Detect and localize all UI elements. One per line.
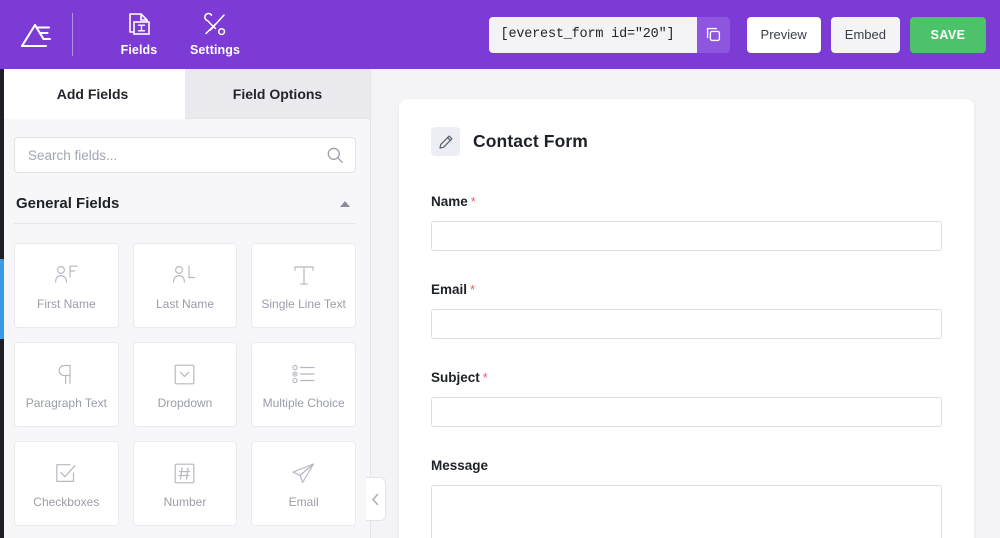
toolbar-actions: Preview Embed SAVE [488,16,1000,53]
tab-add-fields-label: Add Fields [56,85,129,102]
form-field-name: Name * [431,194,942,251]
nav-item-fields[interactable]: Fields [101,0,177,69]
field-card-dropdown[interactable]: Dropdown [132,342,238,427]
everest-forms-builder: Fields Settings [everest_form id="20"] P… [0,0,1000,538]
shortcode-input[interactable] [488,16,697,53]
general-fields-section-header[interactable]: General Fields [14,195,356,224]
required-marker: * [470,282,476,297]
paper-plane-icon [290,459,317,487]
chevron-down-box-icon [172,360,197,388]
form-field-label-text: Message [431,458,489,473]
panel-scrollbar[interactable] [0,69,4,538]
form-title: Contact Form [473,131,588,151]
form-preview-panel: Contact Form Name * Email * Subject * Me… [371,69,1000,538]
edit-form-title-button[interactable] [431,127,460,156]
required-marker: * [470,194,476,209]
copy-shortcode-button[interactable] [696,16,730,53]
form-field-label: Message [431,458,942,473]
workspace: Add Fields Field Options Search fields..… [0,69,1000,538]
form-field-message: Message [431,458,942,538]
field-card-email[interactable]: Email [251,441,356,526]
user-first-name-icon [53,261,80,289]
field-card-number[interactable]: Number [132,441,238,526]
tools-icon [202,12,228,38]
subject-input[interactable] [431,397,942,427]
field-card-label: Email [288,495,319,509]
embed-button[interactable]: Embed [830,16,900,53]
shortcode-group [488,16,730,53]
field-card-label: Last Name [155,297,214,311]
field-card-last-name[interactable]: Last Name [132,243,238,328]
form-field-label: Email * [431,282,942,297]
field-card-label: Multiple Choice [262,396,345,410]
fields-panel-body: General Fields First Name [0,119,370,538]
field-card-single-line-text[interactable]: Single Line Text [251,243,356,328]
field-card-label: Dropdown [157,396,213,410]
pencil-icon [438,134,453,149]
nav-item-settings-label: Settings [189,43,241,57]
hash-box-icon [172,459,197,487]
tab-field-options[interactable]: Field Options [185,69,370,119]
top-toolbar: Fields Settings [everest_form id="20"] P… [0,0,1000,69]
form-field-label-text: Subject [431,370,480,385]
chevron-left-icon [372,493,379,505]
fields-panel: Add Fields Field Options Search fields..… [0,69,386,538]
general-fields-grid: First Name Last Name Single Line Text Pa… [14,243,356,526]
form-field-label-text: Email [431,282,468,297]
field-card-first-name[interactable]: First Name [14,243,119,328]
field-card-checkboxes[interactable]: Checkboxes [14,441,119,526]
radio-list-icon [290,360,318,388]
field-card-label: Paragraph Text [25,396,107,410]
tab-add-fields[interactable]: Add Fields [0,69,185,119]
form-preview-card: Contact Form Name * Email * Subject * Me… [399,99,974,538]
caret-up-icon [340,200,350,207]
toolbar-divider [72,13,73,56]
field-card-paragraph-text[interactable]: Paragraph Text [14,342,119,427]
tab-field-options-label: Field Options [232,85,323,102]
nav-item-settings[interactable]: Settings [177,0,253,69]
email-input[interactable] [431,309,942,339]
panel-tabs: Add Fields Field Options [0,69,370,119]
form-field-label-text: Name [431,194,468,209]
form-field-label: Name * [431,194,942,209]
name-input[interactable] [431,221,942,251]
form-field-email: Email * [431,282,942,339]
everest-forms-logo-icon [20,23,52,47]
form-title-row: Contact Form [431,127,942,156]
text-t-icon [291,261,317,289]
save-button[interactable]: SAVE [910,16,986,53]
nav-item-fields-label: Fields [120,43,158,57]
general-fields-title: General Fields [16,195,120,212]
everest-forms-logo[interactable] [0,0,72,69]
preview-button[interactable]: Preview [746,16,821,53]
search-fields-wrapper [14,137,356,173]
pilcrow-icon [54,360,78,388]
copy-icon [706,27,720,42]
message-textarea[interactable] [431,485,942,538]
field-card-multiple-choice[interactable]: Multiple Choice [251,342,356,427]
form-field-subject: Subject * [431,370,942,427]
form-field-label: Subject * [431,370,942,385]
field-card-label: Single Line Text [261,297,346,311]
panel-collapse-handle[interactable] [366,477,386,521]
search-input[interactable] [14,137,356,173]
field-card-label: Checkboxes [33,495,100,509]
document-text-icon [127,12,152,38]
user-last-name-icon [171,261,198,289]
required-marker: * [482,370,488,385]
field-card-label: Number [163,495,207,509]
checkbox-icon [53,459,79,487]
field-card-label: First Name [36,297,96,311]
